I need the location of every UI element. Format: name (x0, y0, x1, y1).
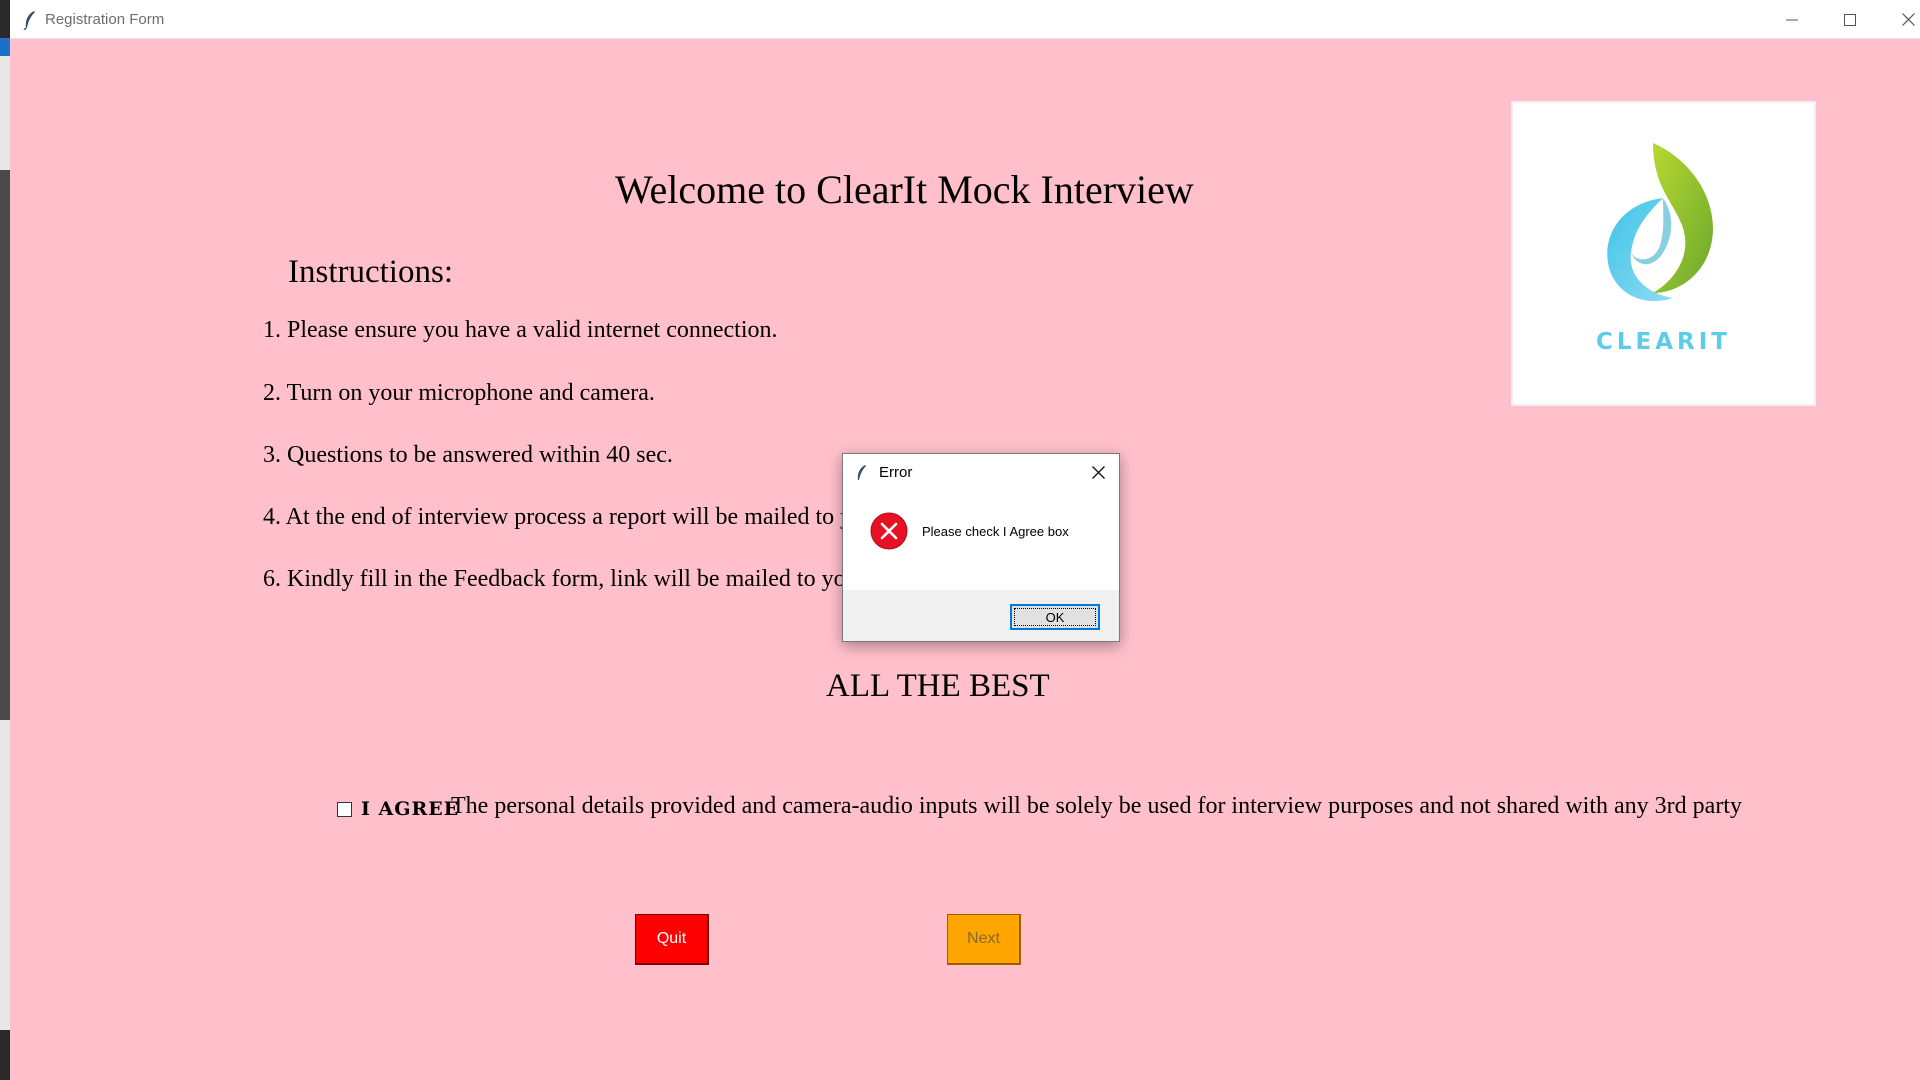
minimize-button[interactable] (1763, 0, 1821, 39)
window-title-bar[interactable]: Registration Form (10, 0, 1920, 39)
error-icon (870, 512, 908, 550)
registration-window: Registration Form Welcome to ClearIt Moc… (10, 0, 1920, 1080)
page-title: Welcome to ClearIt Mock Interview (615, 167, 1194, 212)
agree-checkbox[interactable] (337, 802, 352, 817)
close-icon (1901, 13, 1915, 26)
maximize-button[interactable] (1821, 0, 1879, 39)
instruction-item: 1. Please ensure you have a valid intern… (263, 317, 778, 343)
window-title: Registration Form (45, 11, 165, 28)
dialog-close-button[interactable] (1083, 458, 1113, 486)
dialog-body: Please check I Agree box (843, 490, 1119, 590)
desktop-taskbar-accent (0, 38, 10, 56)
maximize-icon (1844, 13, 1856, 26)
instruction-item: 2. Turn on your microphone and camera. (263, 380, 655, 406)
closing-message: ALL THE BEST (826, 668, 1050, 704)
focus-ring (1014, 608, 1096, 626)
background-window-edge-lower (0, 720, 10, 1030)
feather-icon (857, 465, 866, 480)
minimize-icon (1786, 19, 1798, 20)
consent-text: The personal details provided and camera… (451, 793, 1742, 819)
feather-icon (23, 11, 35, 30)
dialog-title: Error (879, 464, 913, 481)
next-button[interactable]: Next (947, 914, 1021, 965)
quit-button[interactable]: Quit (635, 914, 709, 965)
error-dialog: Error Please check I Agree box OK (842, 453, 1120, 642)
close-icon (1091, 465, 1105, 479)
background-window-edge (0, 56, 10, 170)
dialog-title-bar[interactable]: Error (843, 454, 1119, 490)
agree-label[interactable]: I AGREE (361, 798, 459, 820)
clearit-logo: CLEARIT (1511, 101, 1816, 406)
logo-wordmark: CLEARIT (1595, 329, 1731, 355)
dialog-message: Please check I Agree box (922, 524, 1069, 539)
instruction-item: 3. Questions to be answered within 40 se… (263, 442, 673, 468)
background-window-scrollbar (0, 170, 10, 720)
desktop-background-strip (0, 0, 10, 1080)
instructions-heading: Instructions: (288, 254, 453, 290)
ok-button[interactable]: OK (1010, 604, 1100, 630)
close-button[interactable] (1879, 0, 1920, 39)
instruction-item: 6. Kindly fill in the Feedback form, lin… (263, 566, 864, 592)
clearit-logo-icon (1607, 143, 1713, 302)
dialog-footer: OK (843, 590, 1119, 641)
